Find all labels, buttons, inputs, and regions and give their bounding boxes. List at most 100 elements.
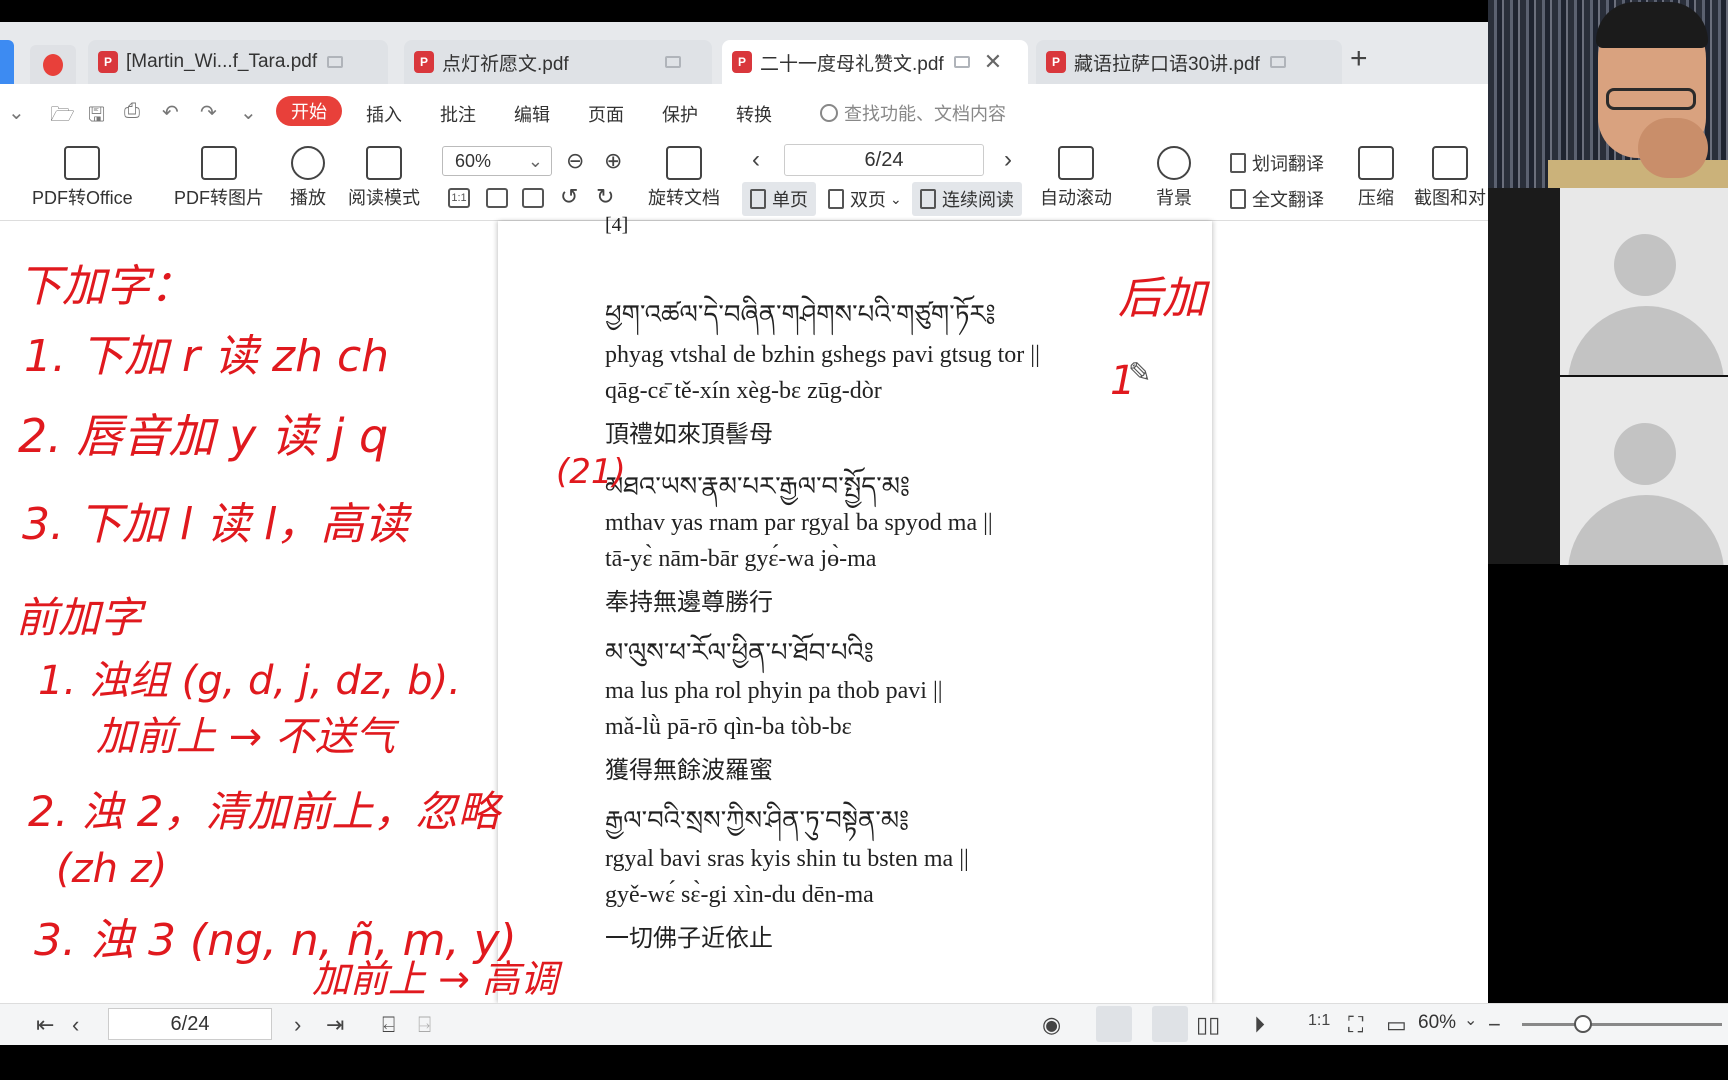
chevron-down-icon[interactable]: ⌄ [1464,1010,1477,1030]
zoom-out-icon[interactable]: ⊖ [566,148,584,174]
annotation-line: 下加字： [18,261,194,312]
home-tab[interactable] [30,45,76,84]
fit-page-icon[interactable] [486,188,508,208]
rotate-left-icon[interactable]: ↺ [560,184,578,210]
search-icon [820,104,838,122]
fit-page-icon[interactable]: ⛶ [1348,1012,1363,1038]
double-page-button[interactable]: 双页 ⌄ [820,182,910,216]
translate-icon [1230,153,1246,173]
tab-diandeng[interactable]: P 点灯祈愿文.pdf [404,40,712,84]
menu-convert[interactable]: 转换 [736,101,772,127]
actual-size-icon[interactable]: 1:1 [448,188,470,208]
next-page-icon[interactable]: › [1004,146,1012,174]
tab-label: 点灯祈愿文.pdf [442,53,569,75]
avatar-body [1568,306,1724,376]
forward-icon[interactable]: ⍈ [418,1012,431,1038]
rotate-document-button[interactable]: 旋转文档 [648,146,720,210]
full-translate-label: 全文翻译 [1252,190,1324,210]
single-page-view-selected[interactable] [1152,1006,1188,1042]
status-page-input[interactable]: 6/24 [108,1008,272,1040]
screenshot-compare-button[interactable]: 截图和对 [1414,146,1486,210]
verse-wylie: rgyal bavi sras kyis shin tu bsten ma || [605,846,969,872]
close-tab-icon[interactable]: ✕ [984,51,1002,73]
translate-doc-icon [1230,189,1246,209]
screenshot-label: 截图和对 [1414,188,1486,208]
background-label: 背景 [1156,188,1192,208]
avatar-icon [1614,234,1676,296]
zoom-value: 60% [455,150,492,171]
redo-icon[interactable]: ↷ [200,100,217,125]
verse-wylie: phyag vtshal de bzhin gshegs pavi gtsug … [605,342,1040,368]
menu-annotate[interactable]: 批注 [440,101,476,127]
verse-chinese: 奉持無邊尊勝行 [605,588,773,616]
bottom-black-strip [0,1045,1728,1080]
chevron-down-icon[interactable]: ⌄ [8,100,25,125]
verse-wylie: mthav yas rnam par rgyal ba spyod ma || [605,510,993,536]
feature-search[interactable]: 查找功能、文档内容 [820,100,1006,126]
menu-start[interactable]: 开始 [276,96,342,126]
tab-ershiyi[interactable]: P 二十一度母礼赞文.pdf ✕ [722,40,1028,84]
annotation-line: 2. 唇音加 y 读 j q [18,409,389,463]
zoom-out-icon[interactable]: − [1488,1012,1501,1038]
next-page-icon[interactable]: › [294,1012,301,1038]
menu-edit[interactable]: 编辑 [514,101,550,127]
auto-scroll-button[interactable]: 自动滚动 [1040,146,1112,210]
rotate-right-icon[interactable]: ↻ [596,184,614,210]
prev-page-icon[interactable]: ‹ [752,146,760,174]
menu-protect[interactable]: 保护 [662,101,698,127]
annotation-right-title: 后加 [1118,273,1206,324]
compress-button[interactable]: 压缩 [1358,146,1394,210]
page-number-input[interactable]: 6/24 [784,144,984,176]
eye-protect-icon[interactable]: ◉ [1042,1012,1061,1038]
verse-wylie: ma lus pha rol phyin pa thob pavi || [605,678,943,704]
last-page-icon[interactable]: ⇥ [326,1012,344,1038]
zoom-slider-handle[interactable] [1574,1015,1592,1033]
verse-chinese: 一切佛子近依止 [605,924,773,952]
presenter-hair [1596,2,1708,48]
annotation-line: 1. 浊组 (g, d, j, dz, b). [38,658,461,704]
single-page-button[interactable]: 单页 [742,182,816,216]
status-page-indicator: 6/24 [170,1012,210,1035]
play-button[interactable]: 播放 [290,146,326,210]
fit-width-icon[interactable]: ▭ [1386,1012,1407,1038]
tab-martin[interactable]: P [Martin_Wi...f_Tara.pdf [88,40,388,84]
full-translate-button[interactable]: 全文翻译 [1222,182,1332,216]
background-button[interactable]: 背景 [1156,146,1192,210]
annotation-line: 加前上 → 高调 [312,957,558,1001]
tab-zangyu[interactable]: P 藏语拉萨口语30讲.pdf [1036,40,1342,84]
new-tab-icon[interactable]: + [1350,42,1368,76]
side-number: (21) [556,452,626,492]
actual-size-icon[interactable]: 1:1 [1308,1012,1330,1030]
first-page-icon[interactable]: ⇤ [36,1012,54,1038]
rotate-document-label: 旋转文档 [648,188,720,208]
word-translate-button[interactable]: 划词翻译 [1222,146,1332,180]
save-icon[interactable]: 🖫 [88,100,105,134]
read-mode-button[interactable]: 阅读模式 [348,146,420,210]
tab-label: 藏语拉萨口语30讲.pdf [1074,53,1260,75]
open-folder-icon[interactable]: 🗁 [50,100,75,134]
zoom-slider[interactable] [1522,1023,1722,1026]
back-icon[interactable]: ⍇ [382,1012,395,1038]
more-dropdown-icon[interactable]: ⌄ [240,100,257,125]
tab-bar-edge[interactable] [0,40,14,84]
fit-width-icon[interactable] [522,188,544,208]
menu-insert[interactable]: 插入 [366,101,402,127]
compress-label: 压缩 [1358,188,1394,208]
prev-page-icon[interactable]: ‹ [72,1012,79,1038]
double-page-view-icon[interactable]: ▯▯ [1196,1012,1220,1038]
app-logo-icon [43,54,63,76]
continuous-view-selected[interactable] [1096,1006,1132,1042]
zoom-select[interactable]: 60% ⌄ [442,146,552,176]
pdf-to-office-button[interactable]: PDF转Office [32,146,133,210]
zoom-in-icon[interactable]: ⊕ [604,148,622,174]
tab-label: 二十一度母礼赞文.pdf [760,53,944,75]
pdf-file-icon: P [732,51,752,73]
print-icon[interactable]: ⎙ [124,100,140,123]
play-label: 播放 [290,188,326,208]
play-icon[interactable]: ⏵ [1254,1012,1265,1038]
undo-icon[interactable]: ↶ [162,100,179,125]
continuous-read-button[interactable]: 连续阅读 [912,182,1022,216]
pdf-to-image-button[interactable]: PDF转图片 [174,146,264,210]
menu-page[interactable]: 页面 [588,101,624,127]
status-zoom[interactable]: 60% [1418,1012,1456,1034]
